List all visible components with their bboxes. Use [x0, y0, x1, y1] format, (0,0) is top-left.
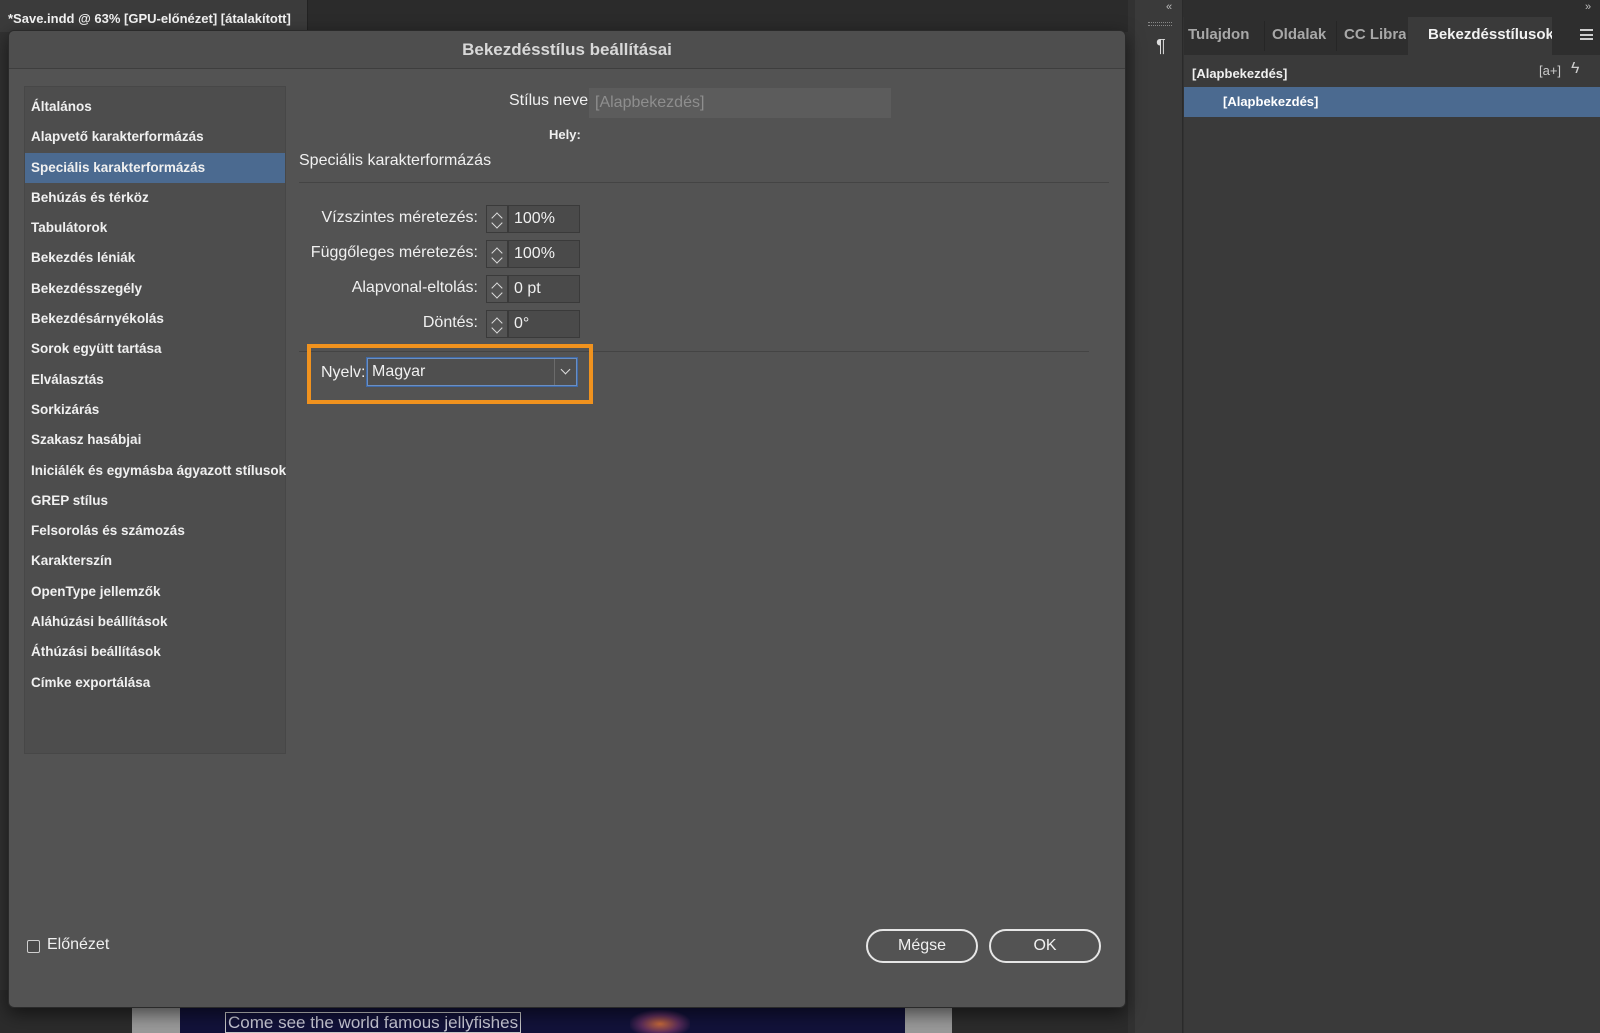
section-title: Speciális karakterformázás [299, 152, 492, 169]
tab-properties[interactable]: Tulajdon [1188, 17, 1262, 55]
vertical-scale-input[interactable]: 100% [508, 240, 580, 268]
cancel-button[interactable]: Mégse [866, 929, 978, 963]
panel-grip-icon[interactable] [1148, 22, 1172, 26]
category-opentype-features[interactable]: OpenType jellemzők [25, 577, 285, 607]
skew-stepper[interactable] [486, 310, 508, 338]
category-export-tagging[interactable]: Címke exportálása [25, 668, 285, 698]
category-grep-style[interactable]: GREP stílus [25, 486, 285, 516]
category-hyphenation[interactable]: Elválasztás [25, 365, 285, 395]
tab-pages[interactable]: Oldalak [1272, 17, 1334, 55]
category-paragraph-border[interactable]: Bekezdésszegély [25, 274, 285, 304]
category-keep-options[interactable]: Sorok együtt tartása [25, 334, 285, 364]
vertical-scale-label: Függőleges méretezés: [310, 244, 478, 261]
preview-label[interactable]: Előnézet [47, 936, 109, 954]
baseline-shift-stepper[interactable] [486, 275, 508, 303]
horizontal-scale-stepper[interactable] [486, 205, 508, 233]
language-dropdown[interactable]: Magyar [367, 358, 577, 386]
chevron-down-icon[interactable] [554, 359, 576, 385]
language-label: Nyelv: [321, 364, 366, 381]
tab-cc-libraries[interactable]: CC Librar [1344, 17, 1406, 55]
tab-strip [308, 0, 1128, 32]
paragraph-styles-icon[interactable]: ¶ [1150, 36, 1172, 62]
category-strikethrough-options[interactable]: Áthúzási beállítások [25, 637, 285, 667]
preview-checkbox[interactable] [27, 940, 40, 953]
vertical-scale-stepper[interactable] [486, 240, 508, 268]
skew-label: Döntés: [422, 314, 478, 331]
category-paragraph-shading[interactable]: Bekezdésárnyékolás [25, 304, 285, 334]
category-advanced-character-formats[interactable]: Speciális karakterformázás [25, 152, 285, 183]
panel-dock-header [1135, 0, 1600, 17]
tab-divider [1336, 21, 1337, 51]
skew-input[interactable]: 0° [508, 310, 580, 338]
horizontal-scale-label: Vízszintes méretezés: [321, 209, 479, 226]
baseline-shift-label: Alapvonal-eltolás: [351, 279, 478, 296]
paragraph-styles-panel: Tulajdon Oldalak CC Librar Bekezdésstílu… [1184, 17, 1600, 1033]
style-name-field[interactable] [589, 88, 891, 118]
paragraph-style-options-dialog: Bekezdésstílus beállításai Általános Ala… [8, 30, 1126, 1008]
new-style-icon[interactable]: [a+] [1539, 63, 1561, 81]
category-basic-character-formats[interactable]: Alapvető karakterformázás [25, 122, 285, 152]
jellyfish-image [630, 1010, 690, 1033]
category-character-color[interactable]: Karakterszín [25, 546, 285, 576]
language-highlight: Nyelv: Magyar [307, 344, 593, 404]
style-list-item[interactable]: [Alapbekezdés] [1184, 87, 1600, 117]
quick-apply-icon[interactable]: ϟ [1571, 60, 1579, 78]
current-style-label: [Alapbekezdés] [1192, 66, 1288, 81]
category-paragraph-rules[interactable]: Bekezdés léniák [25, 243, 285, 273]
location-label: Hely: [549, 127, 581, 142]
category-drop-caps-nested-styles[interactable]: Iniciálék és egymásba ágyazott stílusok [25, 456, 286, 486]
category-bullets-numbering[interactable]: Felsorolás és számozás [25, 516, 285, 546]
category-indents-and-spacing[interactable]: Behúzás és térköz [25, 183, 285, 213]
language-value: Magyar [372, 363, 426, 380]
style-name-label: Stílus neve: [509, 92, 593, 109]
category-general[interactable]: Általános [25, 92, 285, 122]
ok-button[interactable]: OK [989, 929, 1101, 963]
document-tab[interactable]: *Save.indd @ 63% [GPU-előnézet] [átalakí… [0, 0, 308, 32]
baseline-shift-input[interactable]: 0 pt [508, 275, 580, 303]
style-list-item-label: [Alapbekezdés] [1223, 94, 1319, 109]
category-underline-options[interactable]: Aláhúzási beállítások [25, 607, 285, 637]
category-span-columns[interactable]: Szakasz hasábjai [25, 425, 285, 455]
horizontal-scale-input[interactable]: 100% [508, 205, 580, 233]
canvas-text-frame[interactable]: Come see the world famous jellyfishes [225, 1012, 522, 1033]
category-tabs[interactable]: Tabulátorok [25, 213, 285, 243]
dialog-title: Bekezdésstílus beállításai [9, 31, 1125, 69]
panel-dock-gutter [1135, 0, 1183, 1033]
expand-panels-icon[interactable]: « [1166, 1, 1172, 13]
section-divider [299, 182, 1109, 183]
category-list: Általános Alapvető karakterformázás Spec… [24, 86, 286, 754]
tab-paragraph-styles[interactable]: Bekezdésstílusok [1408, 17, 1552, 55]
panel-tab-bar: Tulajdon Oldalak CC Librar Bekezdésstílu… [1184, 17, 1600, 55]
collapse-panels-icon[interactable]: » [1585, 1, 1591, 13]
panel-menu-icon[interactable] [1580, 29, 1593, 40]
tab-divider [1264, 21, 1265, 51]
category-justification[interactable]: Sorkizárás [25, 395, 285, 425]
